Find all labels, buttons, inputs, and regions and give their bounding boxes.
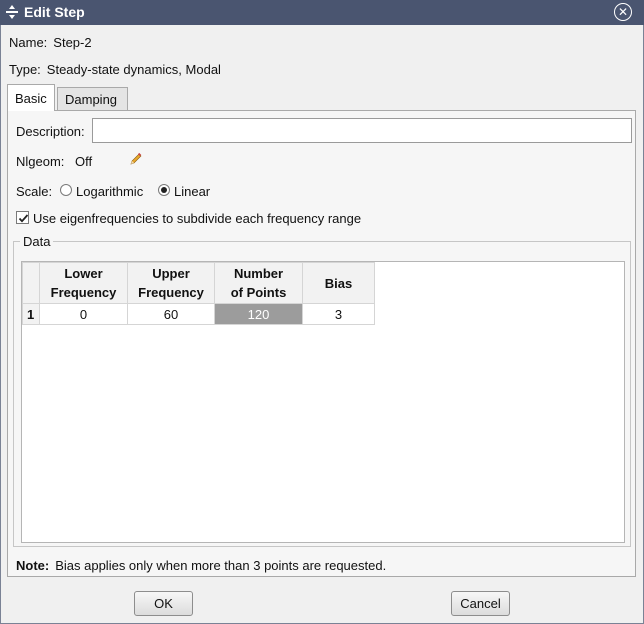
nlgeom-label: Nlgeom: bbox=[16, 154, 65, 169]
type-label: Type: bbox=[9, 62, 41, 77]
tab-damping[interactable]: Damping bbox=[57, 87, 128, 110]
cell-lower-frequency[interactable]: 0 bbox=[39, 303, 128, 325]
data-table: Lower Frequency Upper Frequency Number of P… bbox=[22, 262, 375, 325]
scale-linear-radio[interactable] bbox=[158, 184, 170, 196]
cell-upper-frequency[interactable]: 60 bbox=[127, 303, 215, 325]
type-row: Type: Steady-state dynamics, Modal bbox=[9, 62, 221, 77]
col-header-lower-frequency[interactable]: Lower Frequency bbox=[39, 262, 128, 304]
description-input[interactable] bbox=[92, 118, 632, 143]
col-header-upper-frequency[interactable]: Upper Frequency bbox=[127, 262, 215, 304]
cell-bias[interactable]: 3 bbox=[302, 303, 375, 325]
data-group-label: Data bbox=[20, 234, 54, 249]
name-value: Step-2 bbox=[53, 35, 92, 50]
data-table-container[interactable]: Lower Frequency Upper Frequency Number of P… bbox=[21, 261, 625, 543]
scale-logarithmic-radio[interactable] bbox=[60, 184, 72, 196]
move-arrows-icon bbox=[6, 5, 18, 19]
eigenfrequency-label: Use eigenfrequencies to subdivide each f… bbox=[33, 211, 362, 226]
cell-number-of-points[interactable]: 120 bbox=[214, 303, 303, 325]
tab-basic[interactable]: Basic bbox=[7, 84, 55, 111]
name-label: Name: bbox=[9, 35, 48, 50]
cancel-button[interactable]: Cancel bbox=[451, 591, 510, 616]
pencil-icon[interactable] bbox=[128, 151, 144, 167]
close-icon[interactable]: ✕ bbox=[614, 3, 632, 21]
table-corner bbox=[22, 262, 40, 304]
description-label: Description: bbox=[16, 124, 85, 139]
eigenfrequency-checkbox[interactable] bbox=[16, 211, 29, 224]
basic-panel: Description: Nlgeom: Off Scale: Logarith… bbox=[7, 110, 636, 577]
name-row: Name: Step-2 bbox=[9, 35, 92, 50]
table-header-row: Lower Frequency Upper Frequency Number of P… bbox=[22, 262, 375, 304]
nlgeom-value: Off bbox=[75, 154, 93, 169]
note-text: Bias applies only when more than 3 point… bbox=[55, 558, 387, 573]
scale-logarithmic-label: Logarithmic bbox=[76, 184, 144, 199]
table-row: 1 0 60 120 3 bbox=[22, 303, 375, 325]
checkmark-icon bbox=[18, 214, 29, 223]
scale-label: Scale: bbox=[16, 184, 53, 199]
scale-linear-label: Linear bbox=[174, 184, 211, 199]
data-group: Data Lower Frequency Upper Frequency Numbe… bbox=[13, 234, 631, 547]
row-header[interactable]: 1 bbox=[22, 303, 40, 325]
type-value: Steady-state dynamics, Modal bbox=[46, 62, 221, 77]
col-header-number-of-points[interactable]: Number of Points bbox=[214, 262, 303, 304]
note-label: Note: bbox=[16, 558, 50, 573]
ok-button[interactable]: OK bbox=[134, 591, 193, 616]
window-title: Edit Step bbox=[24, 4, 85, 20]
note: Note: Bias applies only when more than 3 … bbox=[16, 558, 386, 573]
title-bar: Edit Step ✕ bbox=[0, 0, 644, 25]
col-header-bias[interactable]: Bias bbox=[302, 262, 375, 304]
